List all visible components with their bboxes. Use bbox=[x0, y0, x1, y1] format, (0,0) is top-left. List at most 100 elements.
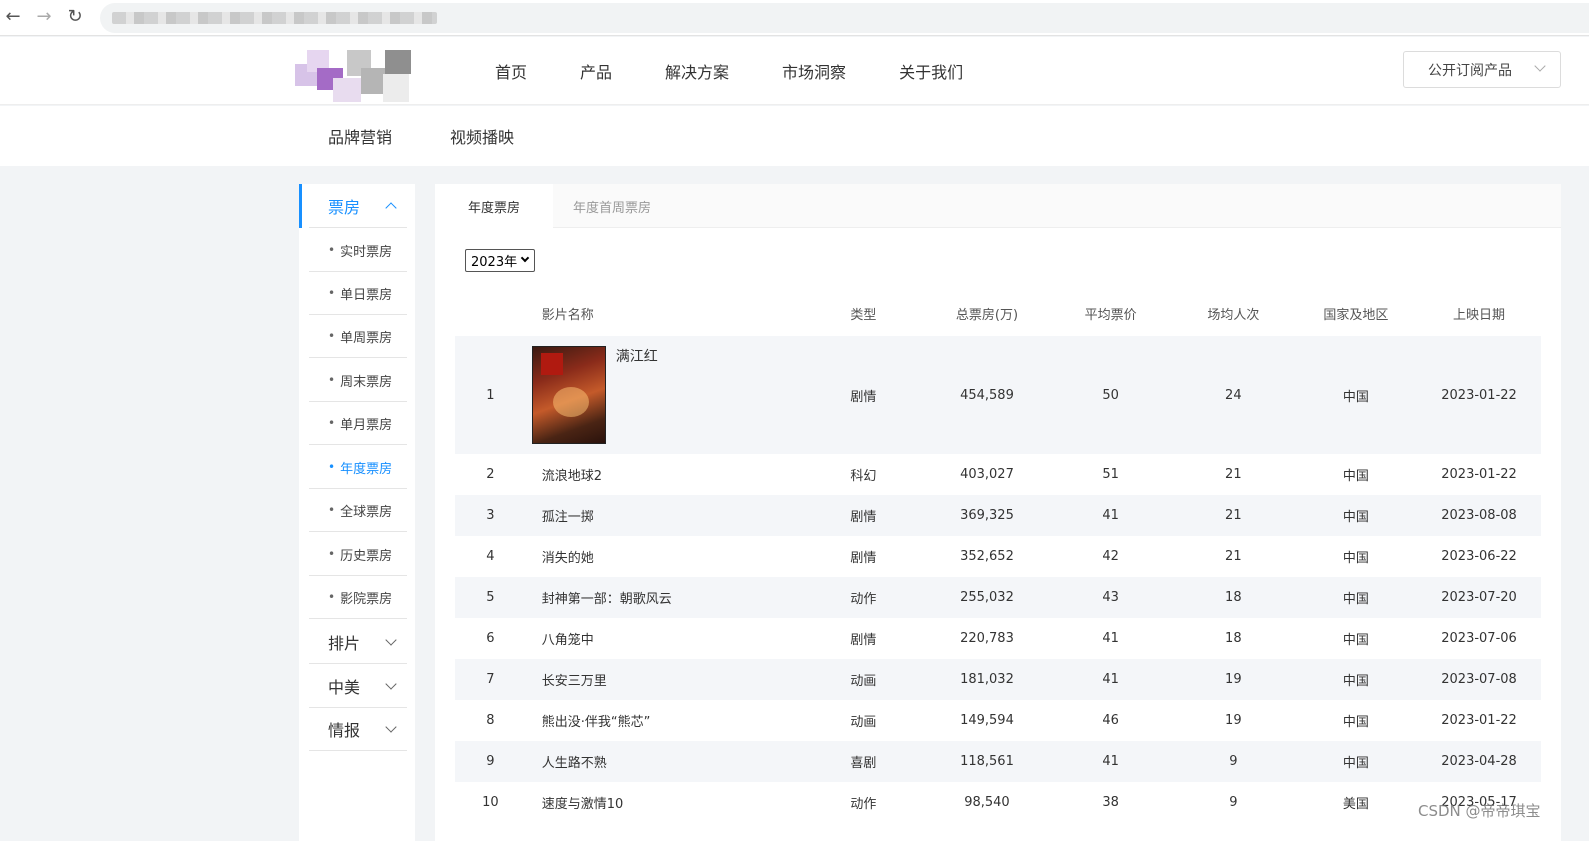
cell-avg-price: 38 bbox=[1102, 795, 1119, 810]
cell-rank: 4 bbox=[486, 549, 495, 564]
table-row[interactable]: 9 人生路不熟 喜剧 118,561 41 9 中国 2023-04-28 bbox=[455, 741, 1541, 782]
table-row[interactable]: 8 熊出没·伴我“熊芯” 动画 149,594 46 19 中国 2023-01… bbox=[455, 700, 1541, 741]
table-row[interactable]: 3 孤注一掷 剧情 369,325 41 21 中国 2023-08-08 bbox=[455, 495, 1541, 536]
cell-total: 149,594 bbox=[960, 713, 1014, 728]
cell-release: 2023-01-22 bbox=[1441, 467, 1517, 482]
menu-solutions[interactable]: 解决方案 bbox=[665, 59, 729, 83]
chevron-down-icon bbox=[520, 253, 530, 263]
cell-total: 454,589 bbox=[924, 336, 1050, 454]
cell-avg-audience: 19 bbox=[1172, 659, 1295, 700]
cell-region: 中国 bbox=[1342, 633, 1369, 648]
cell-title[interactable]: 流浪地球2 bbox=[526, 454, 802, 495]
cell-title[interactable]: 满江红 bbox=[525, 336, 803, 454]
cell-avg-price: 41 bbox=[1049, 741, 1172, 782]
address-bar[interactable] bbox=[100, 3, 1589, 33]
table-header-row: 影片名称 类型 总票房(万) 平均票价 场均人次 国家及地区 上映日期 bbox=[455, 291, 1541, 336]
sidebar-group-intel[interactable]: 情报 bbox=[309, 707, 407, 751]
table-row[interactable]: 10 速度与激情10 动作 98,540 38 9 美国 2023-05-17 bbox=[455, 782, 1541, 823]
sidebar-item-weekly[interactable]: 单周票房 bbox=[309, 315, 407, 358]
movie-title[interactable]: 满江红 bbox=[616, 346, 658, 366]
sidebar-item-monthly[interactable]: 单月票房 bbox=[309, 402, 407, 445]
cell-avg-price: 41 bbox=[1049, 495, 1172, 536]
cell-genre: 剧情 bbox=[802, 495, 925, 536]
chevron-up-icon bbox=[385, 202, 397, 214]
tab-yearly[interactable]: 年度票房 bbox=[435, 184, 553, 228]
cell-title[interactable]: 消失的她 bbox=[526, 536, 802, 577]
cell-genre: 剧情 bbox=[802, 336, 925, 454]
sidebar: 票房 实时票房 单日票房 单周票房 周末票房 单月票房 年度票房 全球票房 历史… bbox=[299, 184, 415, 841]
sidebar-group-schedule[interactable]: 排片 bbox=[309, 620, 407, 664]
subnav-video[interactable]: 视频播映 bbox=[450, 124, 514, 148]
back-arrow-icon[interactable]: ← bbox=[0, 4, 26, 30]
menu-about[interactable]: 关于我们 bbox=[899, 59, 963, 83]
sidebar-item-yearly[interactable]: 年度票房 bbox=[309, 446, 407, 489]
cell-title[interactable]: 速度与激情10 bbox=[526, 782, 802, 823]
cell-genre: 科幻 bbox=[850, 469, 877, 484]
cell-release: 2023-07-08 bbox=[1417, 659, 1541, 700]
cell-genre: 动画 bbox=[802, 659, 925, 700]
forward-arrow-icon[interactable]: → bbox=[31, 4, 57, 30]
url-text-blurred bbox=[112, 12, 437, 24]
sub-nav: 品牌营销 视频播映 bbox=[0, 106, 1589, 166]
cell-total: 181,032 bbox=[924, 659, 1050, 700]
chevron-down-icon bbox=[385, 678, 397, 690]
cell-avg-price: 51 bbox=[1102, 467, 1119, 482]
cell-genre: 剧情 bbox=[850, 551, 877, 566]
cell-release: 2023-07-20 bbox=[1417, 577, 1541, 618]
cell-total: 98,540 bbox=[964, 795, 1010, 810]
sidebar-item-realtime[interactable]: 实时票房 bbox=[309, 229, 407, 272]
header-avg-audience: 场均人次 bbox=[1172, 291, 1295, 336]
movie-poster[interactable] bbox=[531, 346, 606, 444]
cell-rank: 2 bbox=[486, 467, 495, 482]
table-row[interactable]: 7 长安三万里 动画 181,032 41 19 中国 2023-07-08 bbox=[455, 659, 1541, 700]
header-rank bbox=[455, 291, 526, 336]
header-genre: 类型 bbox=[802, 291, 925, 336]
boxoffice-table: 影片名称 类型 总票房(万) 平均票价 场均人次 国家及地区 上映日期 1 满江… bbox=[455, 291, 1541, 823]
cell-region: 美国 bbox=[1342, 797, 1369, 812]
year-select[interactable]: 2023年 bbox=[465, 249, 535, 272]
cell-title[interactable]: 熊出没·伴我“熊芯” bbox=[526, 700, 802, 741]
cell-title[interactable]: 人生路不熟 bbox=[525, 741, 803, 782]
subscribe-dropdown[interactable]: 公开订阅产品 bbox=[1403, 51, 1561, 88]
cell-region: 中国 bbox=[1294, 741, 1418, 782]
header-release: 上映日期 bbox=[1417, 291, 1541, 336]
main-menu: 首页 产品 解决方案 市场洞察 关于我们 bbox=[495, 37, 1016, 105]
cell-total: 255,032 bbox=[924, 577, 1050, 618]
sidebar-item-weekend[interactable]: 周末票房 bbox=[309, 359, 407, 402]
table-row[interactable]: 1 满江红 剧情 454,589 50 24 中国 2023-01-22 bbox=[455, 336, 1541, 454]
cell-genre: 动画 bbox=[850, 715, 877, 730]
table-row[interactable]: 4 消失的她 剧情 352,652 42 21 中国 2023-06-22 bbox=[455, 536, 1541, 577]
sidebar-group-china-us[interactable]: 中美 bbox=[309, 664, 407, 708]
table-row[interactable]: 2 流浪地球2 科幻 403,027 51 21 中国 2023-01-22 bbox=[455, 454, 1541, 495]
cell-title[interactable]: 长安三万里 bbox=[525, 659, 803, 700]
cell-rank: 5 bbox=[455, 577, 526, 618]
table-row[interactable]: 5 封神第一部：朝歌风云 动作 255,032 43 18 中国 2023-07… bbox=[455, 577, 1541, 618]
subnav-brand-marketing[interactable]: 品牌营销 bbox=[328, 124, 392, 148]
cell-rank: 1 bbox=[455, 336, 526, 454]
menu-insights[interactable]: 市场洞察 bbox=[782, 59, 846, 83]
cell-rank: 7 bbox=[455, 659, 526, 700]
menu-home[interactable]: 首页 bbox=[495, 59, 527, 83]
site-logo[interactable] bbox=[295, 50, 411, 102]
sidebar-item-daily[interactable]: 单日票房 bbox=[309, 272, 407, 315]
cell-region: 中国 bbox=[1294, 495, 1418, 536]
cell-title[interactable]: 八角笼中 bbox=[526, 618, 802, 659]
cell-avg-audience: 24 bbox=[1172, 336, 1295, 454]
cell-rank: 9 bbox=[455, 741, 526, 782]
table-row[interactable]: 6 八角笼中 剧情 220,783 41 18 中国 2023-07-06 bbox=[455, 618, 1541, 659]
reload-icon[interactable]: ↻ bbox=[62, 4, 88, 30]
cell-title[interactable]: 封神第一部：朝歌风云 bbox=[525, 577, 803, 618]
sidebar-item-cinema[interactable]: 影院票房 bbox=[309, 576, 407, 619]
menu-products[interactable]: 产品 bbox=[580, 59, 612, 83]
cell-title[interactable]: 孤注一掷 bbox=[525, 495, 803, 536]
cell-avg-audience: 9 bbox=[1172, 741, 1295, 782]
tab-first-week[interactable]: 年度首周票房 bbox=[553, 184, 671, 228]
sidebar-group-label: 票房 bbox=[328, 197, 361, 217]
sidebar-group-label: 中美 bbox=[328, 677, 361, 697]
cell-avg-price: 42 bbox=[1102, 549, 1119, 564]
sidebar-item-history[interactable]: 历史票房 bbox=[309, 533, 407, 576]
sidebar-group-boxoffice[interactable]: 票房 bbox=[309, 184, 407, 228]
cell-release: 2023-08-08 bbox=[1417, 495, 1541, 536]
sidebar-item-global[interactable]: 全球票房 bbox=[309, 489, 407, 532]
year-select-value: 2023年 bbox=[471, 255, 518, 270]
